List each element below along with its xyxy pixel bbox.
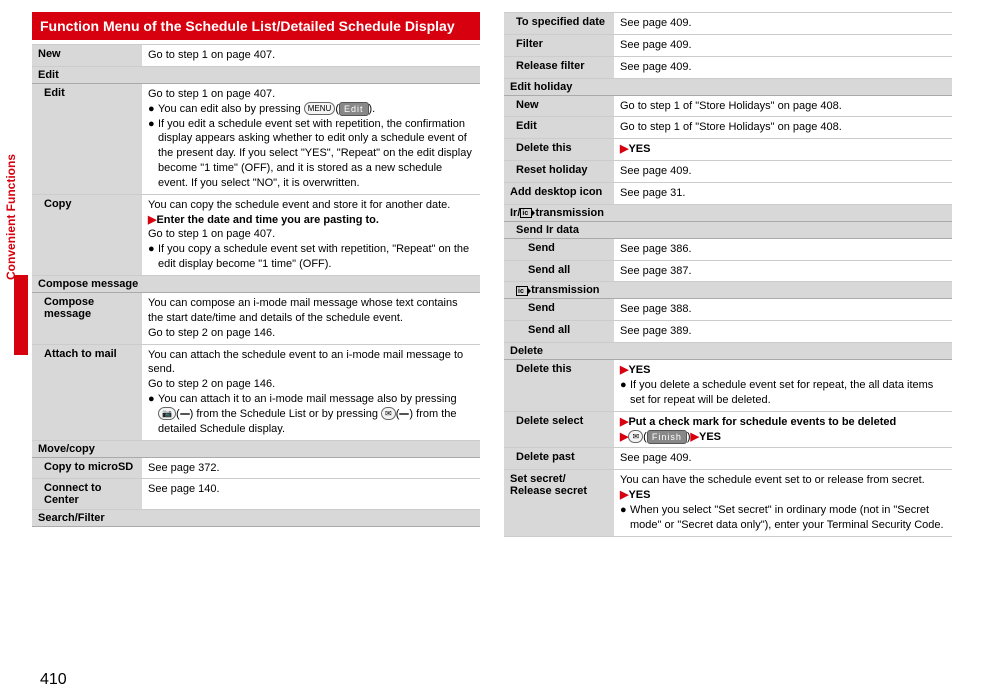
mail-key-icon-2: ✉ bbox=[628, 430, 643, 443]
row-delsel-label: Delete select bbox=[504, 411, 614, 448]
edit-softkey-icon: Edit bbox=[339, 102, 369, 116]
copy-bul1: If you copy a schedule event set with re… bbox=[158, 242, 474, 272]
camera-key-icon: 📷 bbox=[158, 407, 176, 420]
ic-transfer-icon-2: ic bbox=[516, 286, 528, 296]
ic-transfer-icon: ic bbox=[520, 208, 532, 218]
section-ir: Ir/ic transmission bbox=[504, 204, 952, 221]
attach-pre: You can attach it to an i-mode mail mess… bbox=[158, 393, 457, 405]
edit-line1: Go to step 1 on page 407. bbox=[148, 87, 474, 102]
row-edit-label: Edit bbox=[32, 83, 142, 194]
section-ictrans: ic transmission bbox=[504, 282, 952, 299]
row-ehedit-label: Edit bbox=[504, 117, 614, 139]
row-icsend-label: Send bbox=[504, 299, 614, 321]
page-title: Function Menu of the Schedule List/Detai… bbox=[32, 12, 480, 40]
row-attach-value: You can attach the schedule event to an … bbox=[142, 344, 480, 440]
edit-bul2-text: If you edit a schedule event set with re… bbox=[158, 117, 474, 191]
row-ehreset-label: Reset holiday bbox=[504, 161, 614, 183]
section-delete: Delete bbox=[504, 343, 952, 360]
section-move: Move/copy bbox=[32, 440, 480, 457]
section-search: Search/Filter bbox=[32, 510, 480, 527]
row-edit-value: Go to step 1 on page 407. ● You can edit… bbox=[142, 83, 480, 194]
edit-bul1-text: You can edit also by pressing bbox=[158, 103, 304, 115]
row-attach-label: Attach to mail bbox=[32, 344, 142, 440]
row-compose-value: You can compose an i-mode mail message w… bbox=[142, 292, 480, 344]
copy-line3: Go to step 1 on page 407. bbox=[148, 227, 474, 242]
row-ehnew-label: New bbox=[504, 95, 614, 117]
row-irsendall-value: See page 387. bbox=[614, 260, 952, 282]
row-irsend-value: See page 386. bbox=[614, 238, 952, 260]
section-editholiday: Edit holiday bbox=[504, 78, 952, 95]
row-tospec-value: See page 409. bbox=[614, 13, 952, 35]
row-filter-label: Filter bbox=[504, 34, 614, 56]
side-label: Convenient Functions bbox=[4, 154, 18, 280]
row-delsel-value: ▶Put a check mark for schedule events to… bbox=[614, 411, 952, 448]
copy-line1: You can copy the schedule event and stor… bbox=[148, 198, 474, 213]
row-new-label: New bbox=[32, 45, 142, 67]
attach-softkey2-icon bbox=[399, 413, 409, 415]
left-column: Function Menu of the Schedule List/Detai… bbox=[32, 12, 480, 537]
row-icsendall-label: Send all bbox=[504, 321, 614, 343]
copy-line2: Enter the date and time you are pasting … bbox=[156, 214, 378, 226]
compose-line1: You can compose an i-mode mail message w… bbox=[148, 296, 474, 326]
row-irsend-label: Send bbox=[504, 238, 614, 260]
row-copy-label: Copy bbox=[32, 194, 142, 275]
row-delpast-label: Delete past bbox=[504, 448, 614, 470]
row-icsend-value: See page 388. bbox=[614, 299, 952, 321]
row-copy-value: You can copy the schedule event and stor… bbox=[142, 194, 480, 275]
row-delpast-value: See page 409. bbox=[614, 448, 952, 470]
row-compose-label: Compose message bbox=[32, 292, 142, 344]
mail-key-icon: ✉ bbox=[381, 407, 396, 420]
row-filter-value: See page 409. bbox=[614, 34, 952, 56]
page: Function Menu of the Schedule List/Detai… bbox=[0, 0, 1004, 541]
attach-softkey1-icon bbox=[180, 413, 190, 415]
row-microsd-value: See page 372. bbox=[142, 457, 480, 479]
row-icsendall-value: See page 389. bbox=[614, 321, 952, 343]
row-desktop-label: Add desktop icon bbox=[504, 182, 614, 204]
compose-line2: Go to step 2 on page 146. bbox=[148, 326, 474, 341]
row-new-value: Go to step 1 on page 407. bbox=[142, 45, 480, 67]
left-table: New Go to step 1 on page 407. Edit Edit … bbox=[32, 44, 480, 527]
row-relfilter-value: See page 409. bbox=[614, 56, 952, 78]
row-ehedit-value: Go to step 1 of "Store Holidays" on page… bbox=[614, 117, 952, 139]
row-ehdelthis-label: Delete this bbox=[504, 139, 614, 161]
finish-softkey-icon: Finish bbox=[647, 430, 687, 444]
row-ehnew-value: Go to step 1 of "Store Holidays" on page… bbox=[614, 95, 952, 117]
attach-line1: You can attach the schedule event to an … bbox=[148, 348, 474, 378]
attach-mid: from the Schedule List or by pressing bbox=[196, 408, 381, 420]
row-connect-label: Connect to Center bbox=[32, 479, 142, 510]
section-compose: Compose message bbox=[32, 275, 480, 292]
row-secret-value: You can have the schedule event set to o… bbox=[614, 470, 952, 536]
side-tab bbox=[14, 275, 28, 355]
row-delthis-label: Delete this bbox=[504, 360, 614, 412]
row-desktop-value: See page 31. bbox=[614, 182, 952, 204]
row-irsendall-label: Send all bbox=[504, 260, 614, 282]
right-table: To specified date See page 409. Filter S… bbox=[504, 12, 952, 537]
row-ehreset-value: See page 409. bbox=[614, 161, 952, 183]
row-connect-value: See page 140. bbox=[142, 479, 480, 510]
section-edit: Edit bbox=[32, 66, 480, 83]
row-microsd-label: Copy to microSD bbox=[32, 457, 142, 479]
menu-key-icon: MENU bbox=[304, 102, 336, 115]
row-relfilter-label: Release filter bbox=[504, 56, 614, 78]
attach-line2: Go to step 2 on page 146. bbox=[148, 377, 474, 392]
row-delthis-value: ▶YES ●If you delete a schedule event set… bbox=[614, 360, 952, 412]
row-tospec-label: To specified date bbox=[504, 13, 614, 35]
right-column: To specified date See page 409. Filter S… bbox=[504, 12, 952, 537]
row-secret-label: Set secret/ Release secret bbox=[504, 470, 614, 536]
section-sendir: Send Ir data bbox=[504, 221, 952, 238]
row-ehdelthis-value: ▶YES bbox=[614, 139, 952, 161]
page-number: 410 bbox=[40, 671, 67, 689]
